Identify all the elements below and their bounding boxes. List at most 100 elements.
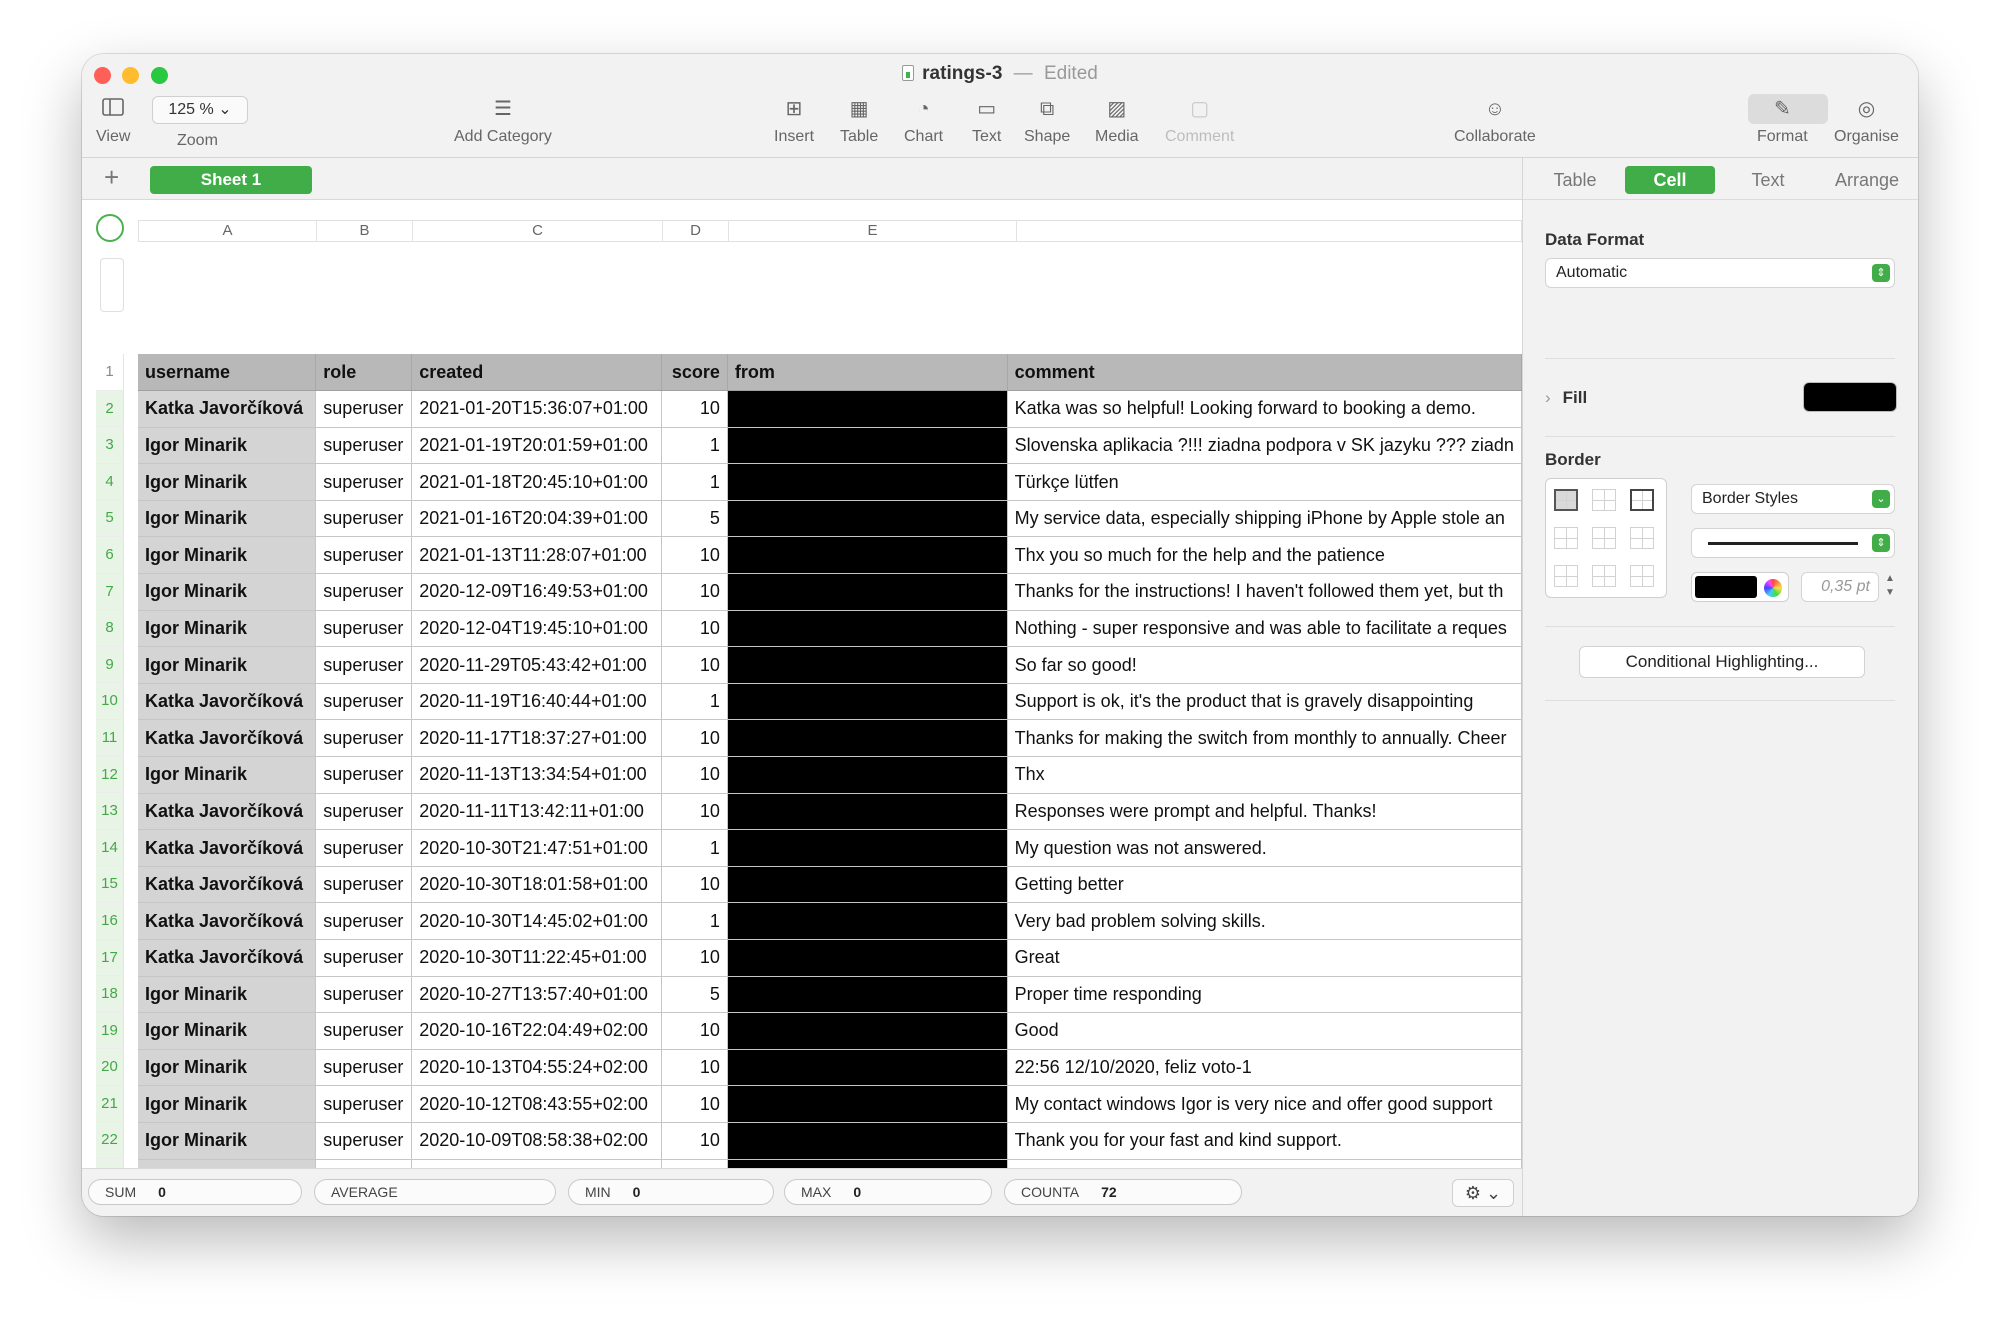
row-number[interactable]: 16	[96, 902, 124, 940]
cell-comment[interactable]: 22:56 12/10/2020, feliz voto-1	[1007, 1049, 1522, 1087]
cell-from[interactable]	[727, 573, 1008, 611]
column-header-e[interactable]: E	[729, 221, 1017, 241]
cell-username[interactable]: Igor Minarik	[138, 536, 317, 575]
all-borders-icon[interactable]	[1554, 489, 1578, 511]
cell-from[interactable]	[727, 390, 1008, 428]
tab-table[interactable]: Table	[1535, 166, 1615, 194]
sum-summary[interactable]: SUM 0	[88, 1179, 302, 1205]
row-number[interactable]: 12	[96, 756, 124, 794]
cell-from[interactable]	[727, 902, 1008, 940]
vertical-inside-border-icon[interactable]	[1592, 527, 1616, 549]
cell-role[interactable]: superuser	[315, 719, 413, 758]
table-row[interactable]: Igor Minarik superuser 2020-11-13T13:34:54…	[138, 756, 1522, 794]
cell-role[interactable]: superuser	[315, 829, 413, 867]
min-summary[interactable]: MIN 0	[568, 1179, 774, 1205]
border-width-field[interactable]: 0,35 pt	[1801, 572, 1879, 602]
cell-created[interactable]: 2021-01-19T20:01:59+01:00	[411, 427, 663, 465]
cell-comment[interactable]: Thanks for the instructions! I haven't f…	[1007, 573, 1522, 611]
cell-score[interactable]: 1	[661, 902, 728, 940]
cell-created[interactable]: 2020-11-29T05:43:42+01:00	[411, 646, 663, 684]
fill-disclosure[interactable]: › Fill	[1545, 388, 1587, 408]
row-number[interactable]: 17	[96, 939, 124, 977]
row-number[interactable]: 19	[96, 1012, 124, 1050]
cell-score[interactable]: 10	[661, 1012, 728, 1050]
top-border-icon[interactable]	[1554, 565, 1578, 587]
grid-borders-icon[interactable]	[1630, 489, 1654, 511]
cell-role[interactable]: superuser	[315, 500, 413, 538]
media-button[interactable]: ▨ Media	[1095, 98, 1139, 146]
cell-created[interactable]: 2020-10-27T13:57:40+01:00	[411, 976, 663, 1014]
cell-created[interactable]: 2020-10-12T08:43:55+02:00	[411, 1085, 663, 1123]
cell-from[interactable]	[727, 866, 1008, 904]
row-number[interactable]: 20	[96, 1049, 124, 1086]
cell-created[interactable]: 2020-10-16T22:04:49+02:00	[411, 1012, 663, 1050]
row-number[interactable]: 9	[96, 646, 124, 684]
header-cell-score[interactable]: score	[661, 354, 728, 392]
cell-created[interactable]: 2020-10-30T18:01:58+01:00	[411, 866, 663, 904]
color-wheel-icon[interactable]	[1764, 579, 1782, 597]
cell-from[interactable]	[727, 939, 1008, 977]
cell-username[interactable]: Katka Javorčíková	[138, 866, 317, 904]
cell-from[interactable]	[727, 976, 1008, 1014]
ratings-table[interactable]: username role created score from comment Katka…	[138, 354, 1522, 1168]
table-row[interactable]: Katka Javorčíková superuser 2020-11-11T13:…	[138, 793, 1522, 831]
cell-comment[interactable]: Thanks for making the switch from monthl…	[1007, 719, 1522, 758]
column-header-a[interactable]: A	[139, 221, 317, 241]
table-row[interactable]: Igor Minarik superuser 2021-01-19T20:01:59…	[138, 427, 1522, 465]
comment-button[interactable]: ▢ Comment	[1165, 98, 1234, 146]
cell-username[interactable]: Katka Javorčíková	[138, 1159, 317, 1168]
chart-button[interactable]: ◔ Chart	[904, 98, 943, 146]
cell-role[interactable]: superuser	[315, 573, 413, 611]
table-row[interactable]: Igor Minarik superuser 2020-10-27T13:57:40…	[138, 976, 1522, 1014]
cell-score[interactable]: 10	[661, 793, 728, 831]
horizontal-inside-border-icon[interactable]	[1592, 565, 1616, 587]
cell-username[interactable]: Katka Javorčíková	[138, 390, 317, 428]
border-color-well[interactable]	[1691, 572, 1789, 602]
row-number[interactable]: 7	[96, 573, 124, 611]
cell-comment[interactable]: Thank you for your fast and kind support…	[1007, 1122, 1522, 1160]
cell-score[interactable]: 1	[661, 463, 728, 501]
zoom-popup[interactable]: 125 % ⌄	[152, 96, 248, 124]
cell-from[interactable]	[727, 1085, 1008, 1123]
cell-comment[interactable]: Very bad problem solving skills.	[1007, 902, 1522, 940]
spreadsheet-canvas[interactable]: A B C D E 1 2 3 4 5 6 7 8 9 10 11 12 13 14 15 16 17 18 19 2…	[82, 200, 1522, 1168]
cell-role[interactable]: superuser	[315, 610, 413, 648]
cell-created[interactable]: 2020-11-13T13:34:54+01:00	[411, 756, 663, 794]
cell-comment[interactable]: Thanks for the answer	[1007, 1159, 1522, 1168]
cell-created[interactable]: 2020-12-09T16:49:53+01:00	[411, 573, 663, 611]
cell-comment[interactable]: Thx	[1007, 756, 1522, 794]
cell-username[interactable]: Igor Minarik	[138, 610, 317, 648]
cell-role[interactable]: superuser	[315, 1012, 413, 1050]
cell-from[interactable]	[727, 1012, 1008, 1050]
border-styles-popup[interactable]: Border Styles ⌄	[1691, 484, 1895, 514]
cell-from[interactable]	[727, 500, 1008, 538]
cell-created[interactable]: 2020-10-08T16:14:01+02:00	[411, 1159, 663, 1168]
data-format-popup[interactable]: Automatic ⇕	[1545, 258, 1895, 288]
cell-score[interactable]: 10	[661, 573, 728, 611]
border-width-stepper[interactable]: ▲ ▼	[1883, 572, 1897, 602]
cell-username[interactable]: Igor Minarik	[138, 427, 317, 465]
cell-role[interactable]: superuser	[315, 976, 413, 1014]
organise-button[interactable]: ◎ Organise	[1834, 98, 1899, 146]
header-row-handle[interactable]	[100, 258, 124, 312]
select-table-handle[interactable]	[96, 214, 124, 242]
cell-score[interactable]: 10	[661, 1122, 728, 1160]
cell-username[interactable]: Katka Javorčíková	[138, 683, 317, 721]
table-button[interactable]: ▦ Table	[840, 98, 878, 146]
cell-score[interactable]: 10	[661, 610, 728, 648]
cell-from[interactable]	[727, 536, 1008, 575]
cell-username[interactable]: Katka Javorčíková	[138, 719, 317, 758]
header-cell-username[interactable]: username	[138, 354, 317, 392]
cell-from[interactable]	[727, 829, 1008, 867]
cell-username[interactable]: Igor Minarik	[138, 1085, 317, 1123]
cell-comment[interactable]: Türkçe lütfen	[1007, 463, 1522, 501]
cell-role[interactable]: superuser	[315, 683, 413, 721]
table-row[interactable]: Igor Minarik superuser 2020-12-09T16:49:53…	[138, 573, 1522, 611]
row-number[interactable]: 5	[96, 500, 124, 537]
cell-from[interactable]	[727, 646, 1008, 684]
cell-comment[interactable]: Thx you so much for the help and the pat…	[1007, 536, 1522, 575]
row-number[interactable]: 13	[96, 793, 124, 830]
cell-username[interactable]: Igor Minarik	[138, 1122, 317, 1160]
cell-score[interactable]: 10	[661, 536, 728, 575]
table-row[interactable]: Katka Javorčíková superuser 2020-10-30T21:…	[138, 829, 1522, 867]
